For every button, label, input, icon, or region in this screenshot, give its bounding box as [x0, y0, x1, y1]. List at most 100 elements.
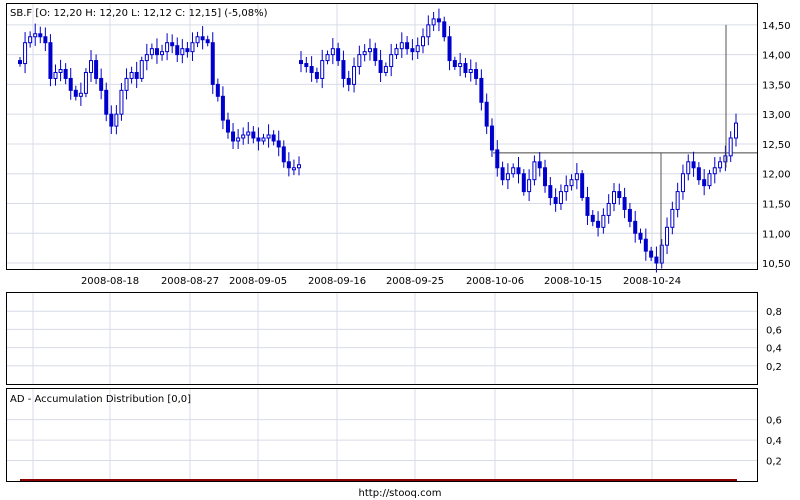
candle-body	[291, 167, 296, 171]
candle-body	[373, 48, 378, 62]
candle-body	[309, 66, 314, 73]
candle-body	[622, 197, 627, 210]
candle-body	[23, 42, 28, 65]
candle-body	[468, 69, 473, 73]
candle-body	[89, 60, 94, 73]
x-tick-label: 2008-09-16	[308, 276, 366, 287]
candle-body	[48, 42, 53, 79]
candle-body	[712, 167, 717, 175]
candle-body	[266, 134, 271, 139]
candle-body	[463, 63, 468, 73]
candle-body	[654, 256, 659, 264]
candle-body	[415, 45, 420, 53]
candle-body	[261, 137, 266, 142]
candle-body	[670, 208, 675, 228]
candle-body	[165, 42, 170, 53]
candle-body	[94, 60, 99, 79]
y-tick-label: 0,4	[766, 436, 782, 447]
candle-body	[104, 89, 109, 115]
candle-body	[304, 63, 309, 68]
candle-body	[139, 60, 144, 79]
price-panel-frame	[6, 3, 758, 270]
x-tick-label: 2008-10-24	[623, 276, 681, 287]
footer-link[interactable]: http://stooq.com	[359, 488, 442, 499]
y-tick-label: 0,6	[766, 416, 782, 427]
candle-body	[633, 220, 638, 234]
candle-body	[134, 71, 139, 79]
candle-body	[18, 60, 22, 65]
candle-body	[53, 71, 58, 79]
candle-body	[251, 131, 256, 139]
candle-body	[601, 214, 606, 228]
candle-body	[596, 220, 601, 228]
candle-body	[553, 197, 558, 204]
x-tick-label: 2008-10-15	[544, 276, 602, 287]
candle-body	[129, 71, 134, 79]
candle-body	[336, 48, 341, 62]
candle-body	[109, 113, 114, 127]
candle-body	[281, 146, 286, 163]
candle-body	[728, 137, 733, 157]
candle-body	[297, 164, 301, 169]
candle-body	[638, 232, 643, 240]
candle-body	[500, 167, 505, 181]
candle-body	[154, 48, 159, 56]
candle-body	[43, 36, 48, 44]
candle-body	[325, 54, 330, 62]
candle-body	[236, 137, 241, 142]
candle-body	[718, 161, 723, 169]
y-tick-label: 10,50	[762, 259, 791, 270]
candle-body	[532, 161, 537, 181]
candle-body	[246, 131, 251, 136]
y-tick-label: 14,00	[762, 51, 791, 62]
candle-body	[68, 77, 73, 91]
candle-body	[362, 51, 367, 56]
candle-body	[527, 179, 532, 193]
candle-body	[564, 185, 569, 193]
candle-body	[357, 54, 362, 68]
candle-body	[691, 161, 696, 169]
candle-body	[271, 134, 276, 142]
x-tick-label: 2008-09-05	[229, 276, 287, 287]
y-tick-label: 14,50	[762, 21, 791, 32]
candle-body	[707, 173, 712, 187]
candle-body	[320, 60, 325, 79]
y-tick-label: 0,8	[766, 307, 782, 318]
candle-body	[114, 113, 119, 127]
x-tick-label: 2008-10-06	[466, 276, 524, 287]
ad-panel-title: AD - Accumulation Distribution [0,0]	[10, 394, 191, 405]
candle-body	[170, 42, 175, 47]
candle-body	[73, 89, 78, 97]
candle-body	[537, 161, 542, 169]
candle-body	[78, 92, 83, 97]
candle-body	[606, 202, 611, 216]
candle-body	[83, 71, 88, 94]
candle-body	[484, 101, 489, 127]
x-tick-label: 2008-08-18	[81, 276, 139, 287]
candle-body	[200, 36, 205, 41]
y-tick-label: 13,00	[762, 110, 791, 121]
candle-body	[38, 33, 43, 38]
candle-body	[378, 60, 383, 73]
candle-body	[405, 42, 410, 50]
candle-body	[548, 185, 553, 199]
candle-body	[394, 48, 399, 56]
candle-body	[479, 77, 484, 103]
candle-body	[185, 48, 190, 53]
candle-body	[299, 60, 303, 65]
candle-body	[452, 60, 457, 68]
y-tick-label: 11,50	[762, 199, 791, 210]
candle-body	[389, 54, 394, 68]
candle-body	[569, 179, 574, 187]
y-tick-label: 0,2	[766, 457, 782, 468]
x-tick-label: 2008-08-27	[161, 276, 219, 287]
candle-body	[99, 77, 104, 91]
candle-body	[516, 167, 521, 175]
y-tick-label: 0,4	[766, 344, 782, 355]
candle-body	[458, 63, 463, 68]
candle-body	[144, 54, 149, 62]
candle-body	[734, 122, 738, 139]
candle-body	[63, 69, 68, 79]
candle-body	[175, 45, 180, 56]
candle-body	[367, 48, 372, 53]
